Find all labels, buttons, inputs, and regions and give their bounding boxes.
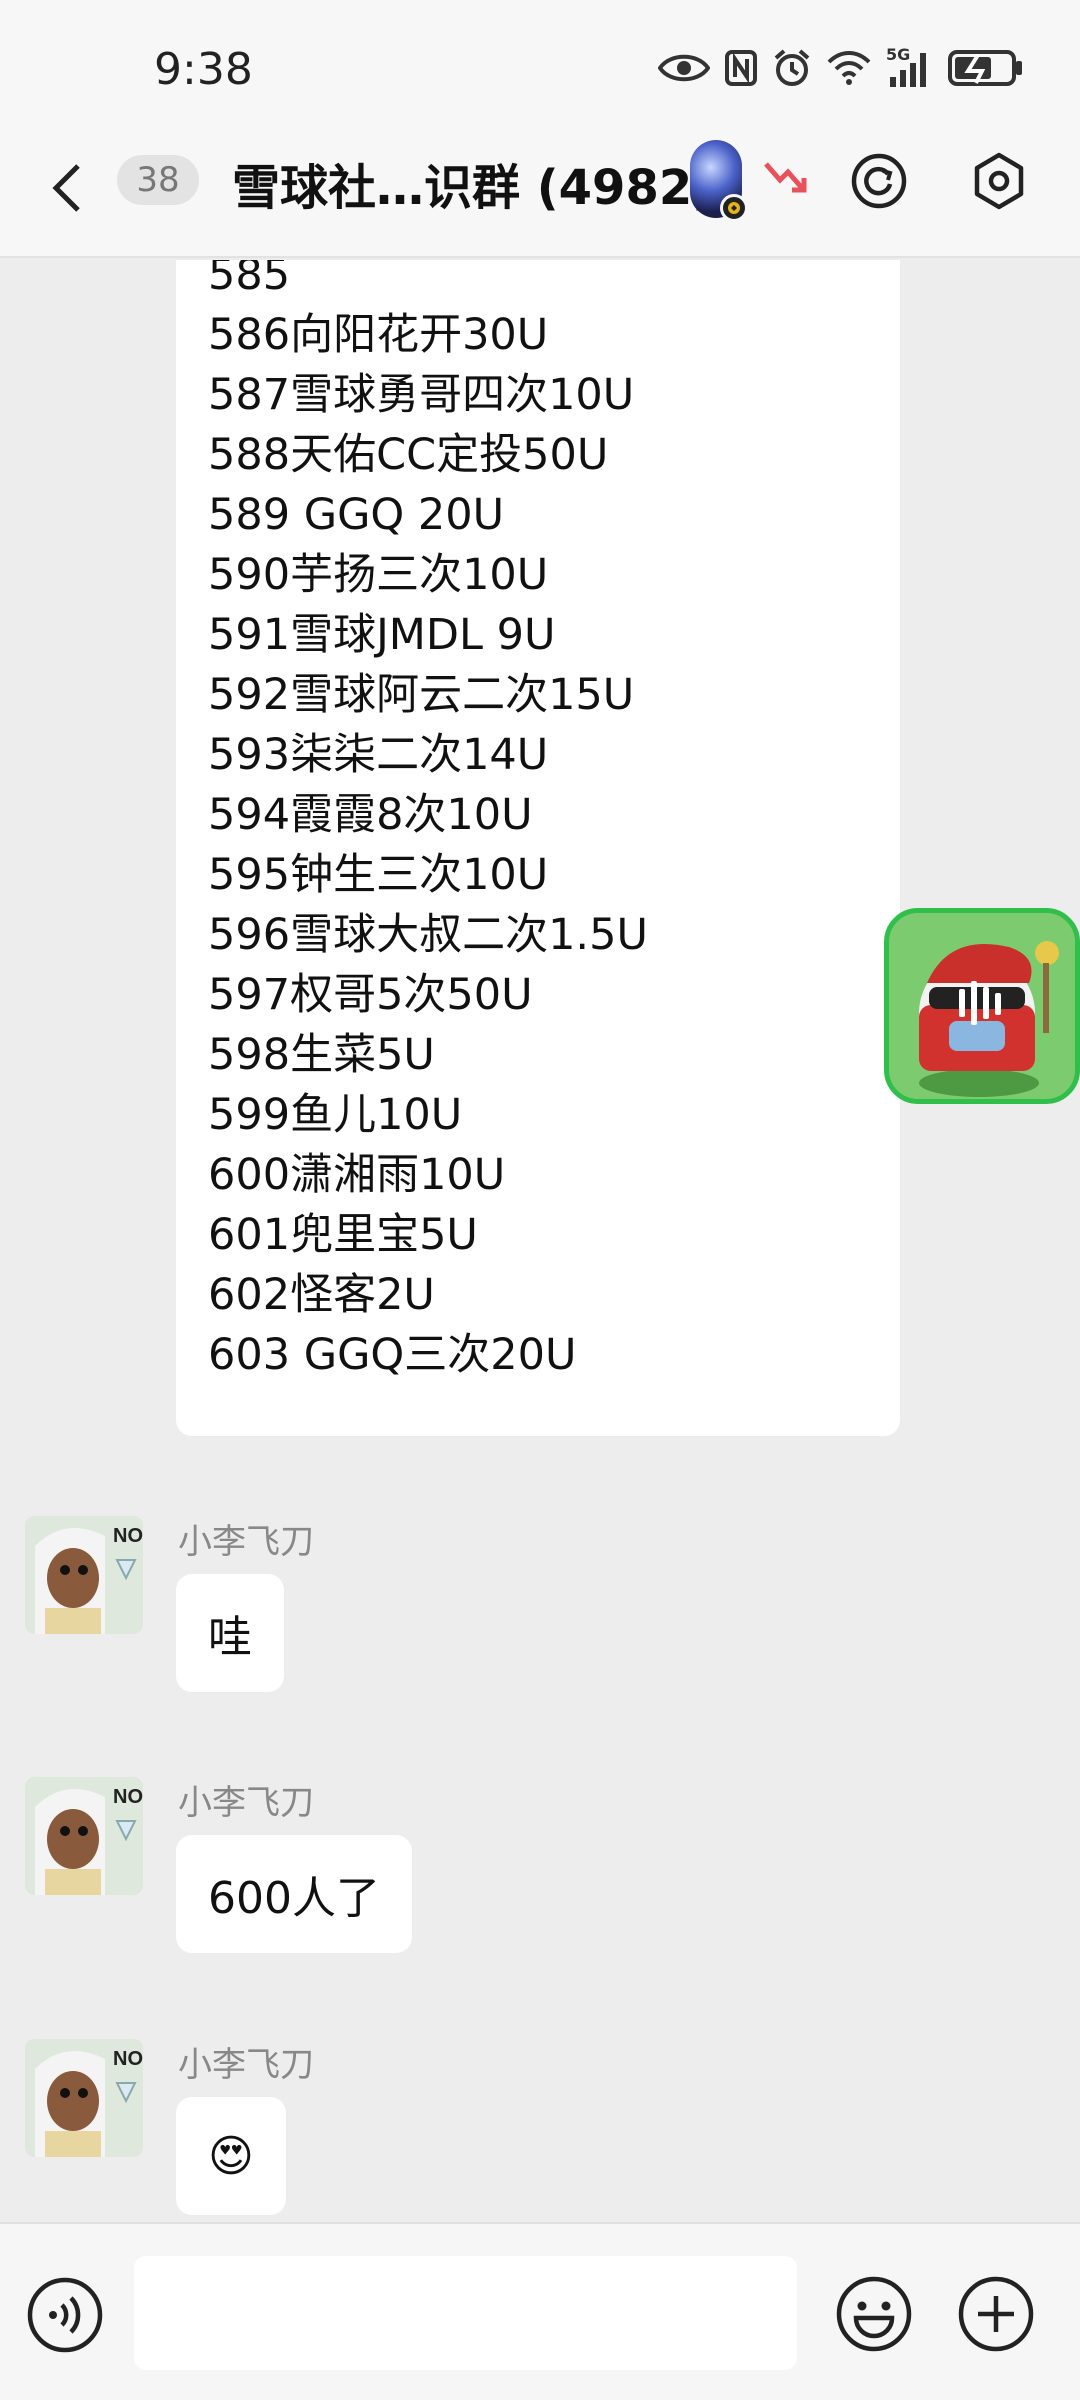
meme-avatar-icon: NO <box>25 1516 143 1634</box>
sender-name: 小李飞刀 <box>178 2045 314 2085</box>
list-line: 585 <box>208 260 291 300</box>
emoji-button[interactable] <box>834 2274 914 2354</box>
sender-avatar[interactable]: NO <box>25 2039 143 2157</box>
back-icon <box>50 162 84 218</box>
voice-icon <box>27 2277 103 2353</box>
back-button[interactable] <box>50 140 100 240</box>
svg-text:NO: NO <box>113 2048 143 2070</box>
voice-button[interactable] <box>26 2276 104 2354</box>
wifi-icon <box>826 50 872 86</box>
avatar-badge-icon <box>720 194 748 222</box>
svg-text:NO: NO <box>113 1786 143 1808</box>
list-message-bubble[interactable]: 585 586向阳花开30U 587雪球勇哥四次10U 588天佑CC定投50U… <box>176 260 900 1436</box>
message-bubble[interactable]: 哇 <box>176 1574 284 1692</box>
battery-charging-icon <box>948 49 1024 87</box>
settings-button[interactable] <box>968 152 1030 214</box>
list-line: 600潇湘雨10U <box>208 1150 506 1200</box>
list-line: 593柒柒二次14U <box>208 730 549 780</box>
sender-name: 小李飞刀 <box>178 1522 314 1562</box>
nfc-icon <box>724 49 758 87</box>
group-avatar[interactable] <box>690 140 748 222</box>
network-type: 5G <box>886 45 911 64</box>
list-line: 588天佑CC定投50U <box>208 430 609 480</box>
list-line: 589 GGQ 20U <box>208 490 505 540</box>
input-bar <box>0 2222 1080 2400</box>
emoji-icon <box>836 2276 912 2352</box>
list-line: 587雪球勇哥四次10U <box>208 370 635 420</box>
settings-icon <box>969 151 1029 215</box>
list-line: 596雪球大叔二次1.5U <box>208 910 648 960</box>
list-line: 603 GGQ三次20U <box>208 1330 577 1380</box>
chat-title[interactable]: 雪球社…识群 (4982) <box>232 148 714 218</box>
status-time: 9:38 <box>154 44 253 95</box>
cartoon-avatar-icon <box>889 913 1075 1099</box>
list-line: 597权哥5次50U <box>208 970 533 1020</box>
chat-message-area[interactable]: 585 586向阳花开30U 587雪球勇哥四次10U 588天佑CC定投50U… <box>0 260 1080 2220</box>
unread-count-badge[interactable]: 38 <box>117 155 199 205</box>
sender-avatar[interactable]: NO <box>25 1777 143 1895</box>
list-line: 592雪球阿云二次15U <box>208 670 635 720</box>
alarm-icon <box>772 48 812 88</box>
list-line: 602怪客2U <box>208 1270 435 1320</box>
list-line: 591雪球JMDL 9U <box>208 610 556 660</box>
sender-name: 小李飞刀 <box>178 1783 314 1823</box>
list-line: 590芋扬三次10U <box>208 550 549 600</box>
list-line: 601兜里宝5U <box>208 1210 478 1260</box>
message-bubble[interactable]: 600人了 <box>176 1835 412 1953</box>
message-input[interactable] <box>134 2256 797 2370</box>
message-bubble[interactable]: 😍 <box>176 2097 286 2215</box>
meme-avatar-icon: NO <box>25 1777 143 1895</box>
status-icons: 5G <box>658 45 1024 88</box>
sender-avatar[interactable]: NO <box>25 1516 143 1634</box>
my-avatar[interactable] <box>884 908 1080 1104</box>
list-line: 599鱼儿10U <box>208 1090 463 1140</box>
meme-avatar-icon: NO <box>25 2039 143 2157</box>
more-button[interactable] <box>956 2274 1036 2354</box>
chat-header: 38 雪球社…识群 (4982) <box>0 140 1080 258</box>
plus-icon <box>958 2276 1034 2352</box>
status-bar: 9:38 5G <box>0 0 1080 140</box>
signal-icon: 5G <box>886 45 934 87</box>
list-line: 598生菜5U <box>208 1030 435 1080</box>
svg-text:NO: NO <box>113 1525 143 1547</box>
trend-down-icon[interactable] <box>762 158 808 202</box>
list-line: 595钟生三次10U <box>208 850 549 900</box>
refresh-icon <box>850 152 908 214</box>
refresh-button[interactable] <box>848 152 910 214</box>
list-line: 586向阳花开30U <box>208 310 549 360</box>
list-line: 594霞霞8次10U <box>208 790 533 840</box>
eye-icon <box>658 51 710 85</box>
